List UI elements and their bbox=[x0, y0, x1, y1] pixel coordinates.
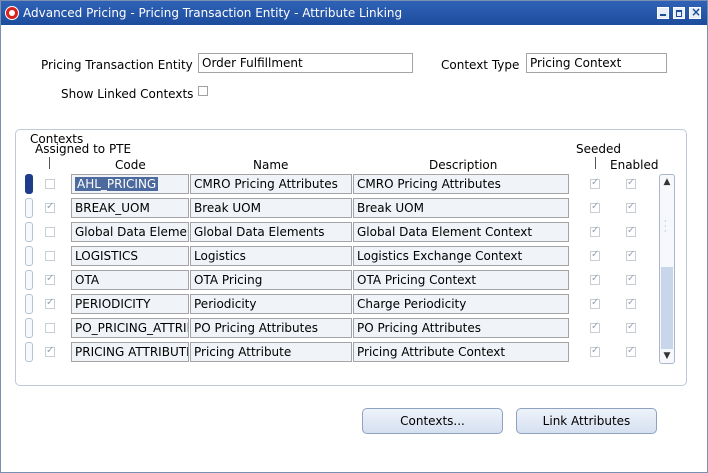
assigned-checkbox[interactable] bbox=[45, 201, 55, 213]
row-indicator[interactable] bbox=[25, 294, 33, 314]
scroll-track[interactable] bbox=[661, 267, 673, 349]
column-enabled-header: Enabled bbox=[610, 158, 659, 172]
enabled-checkbox[interactable] bbox=[626, 249, 636, 261]
description-cell[interactable]: Charge Periodicity bbox=[353, 294, 569, 314]
seeded-checkbox bbox=[590, 177, 600, 189]
seeded-checkbox bbox=[590, 297, 600, 309]
description-cell[interactable]: OTA Pricing Context bbox=[353, 270, 569, 290]
code-text: OTA bbox=[75, 273, 100, 287]
assigned-checkbox[interactable] bbox=[45, 297, 55, 309]
name-cell[interactable]: Global Data Elements bbox=[190, 222, 352, 242]
column-description-header: Description bbox=[429, 158, 498, 172]
description-cell[interactable]: CMRO Pricing Attributes bbox=[353, 174, 569, 194]
scroll-up-icon[interactable]: ▲ bbox=[660, 175, 674, 189]
code-cell[interactable]: PERIODICITY bbox=[71, 294, 189, 314]
enabled-checkbox[interactable] bbox=[626, 225, 636, 237]
description-cell[interactable]: Logistics Exchange Context bbox=[353, 246, 569, 266]
name-cell[interactable]: Logistics bbox=[190, 246, 352, 266]
row-indicator[interactable] bbox=[25, 318, 33, 338]
code-text: Global Data Element bbox=[75, 225, 189, 239]
vertical-scrollbar[interactable]: ▲ · · · ▼ bbox=[659, 174, 675, 364]
seeded-checkbox bbox=[590, 273, 600, 285]
seeded-checkbox bbox=[590, 345, 600, 357]
code-text: PRICING ATTRIBUTE bbox=[75, 345, 189, 359]
assigned-checkbox[interactable] bbox=[45, 251, 55, 261]
enabled-checkbox[interactable] bbox=[626, 201, 636, 213]
window-title: Advanced Pricing - Pricing Transaction E… bbox=[23, 6, 403, 20]
name-cell[interactable]: Break UOM bbox=[190, 198, 352, 218]
name-cell[interactable]: PO Pricing Attributes bbox=[190, 318, 352, 338]
code-text: AHL_PRICING bbox=[75, 177, 159, 191]
title-bar[interactable]: Advanced Pricing - Pricing Transaction E… bbox=[1, 1, 707, 25]
column-code-header: Code bbox=[115, 158, 146, 172]
seeded-checkbox bbox=[590, 225, 600, 237]
row-indicator[interactable] bbox=[25, 342, 33, 362]
pte-label: Pricing Transaction Entity bbox=[41, 58, 193, 72]
assigned-checkbox[interactable] bbox=[45, 273, 55, 285]
scroll-grip-icon[interactable]: · · · bbox=[664, 218, 667, 236]
assigned-checkbox[interactable] bbox=[45, 323, 55, 333]
oracle-logo-icon bbox=[5, 6, 19, 20]
enabled-checkbox[interactable] bbox=[626, 345, 636, 357]
enabled-checkbox[interactable] bbox=[626, 321, 636, 333]
description-cell[interactable]: Global Data Element Context bbox=[353, 222, 569, 242]
contexts-button[interactable]: Contexts... bbox=[362, 408, 503, 434]
row-indicator[interactable] bbox=[25, 246, 33, 266]
description-cell[interactable]: PO Pricing Attributes bbox=[353, 318, 569, 338]
maximize-icon[interactable] bbox=[673, 7, 685, 19]
enabled-checkbox[interactable] bbox=[626, 273, 636, 285]
name-cell[interactable]: CMRO Pricing Attributes bbox=[190, 174, 352, 194]
row-indicator[interactable] bbox=[25, 222, 33, 242]
pte-field[interactable]: Order Fulfillment bbox=[198, 53, 413, 73]
enabled-checkbox[interactable] bbox=[626, 177, 636, 189]
seeded-checkbox bbox=[590, 321, 600, 333]
seeded-checkbox bbox=[590, 201, 600, 213]
name-cell[interactable]: Pricing Attribute bbox=[190, 342, 352, 362]
name-cell[interactable]: OTA Pricing bbox=[190, 270, 352, 290]
assigned-checkbox[interactable] bbox=[45, 345, 55, 357]
context-type-field[interactable]: Pricing Context bbox=[526, 53, 667, 73]
column-assigned-header: Assigned to PTE bbox=[35, 142, 132, 156]
column-seeded-header: Seeded bbox=[576, 142, 621, 156]
code-text: PO_PRICING_ATTRIBUTE bbox=[75, 321, 188, 335]
assigned-checkbox[interactable] bbox=[45, 179, 55, 189]
link-attributes-button[interactable]: Link Attributes bbox=[516, 408, 657, 434]
column-separator bbox=[595, 157, 596, 169]
description-cell[interactable]: Pricing Attribute Context bbox=[353, 342, 569, 362]
code-cell[interactable]: BREAK_UOM bbox=[71, 198, 189, 218]
scroll-down-icon[interactable]: ▼ bbox=[660, 349, 674, 363]
row-indicator[interactable] bbox=[25, 270, 33, 290]
description-cell[interactable]: Break UOM bbox=[353, 198, 569, 218]
code-cell[interactable]: OTA bbox=[71, 270, 189, 290]
code-cell[interactable]: Global Data Element bbox=[71, 222, 189, 242]
row-indicator[interactable] bbox=[25, 174, 33, 194]
code-cell[interactable]: AHL_PRICING bbox=[71, 174, 189, 194]
seeded-checkbox bbox=[590, 249, 600, 261]
context-type-label: Context Type bbox=[441, 58, 520, 72]
name-cell[interactable]: Periodicity bbox=[190, 294, 352, 314]
code-text: LOGISTICS bbox=[75, 249, 139, 263]
column-separator bbox=[49, 157, 50, 169]
minimize-icon[interactable] bbox=[657, 7, 669, 19]
code-cell[interactable]: PRICING ATTRIBUTE bbox=[71, 342, 189, 362]
enabled-checkbox[interactable] bbox=[626, 297, 636, 309]
code-text: PERIODICITY bbox=[75, 297, 151, 311]
row-indicator[interactable] bbox=[25, 198, 33, 218]
assigned-checkbox[interactable] bbox=[45, 227, 55, 237]
code-text: BREAK_UOM bbox=[75, 201, 150, 215]
show-linked-label: Show Linked Contexts bbox=[61, 87, 194, 101]
column-name-header: Name bbox=[253, 158, 289, 172]
close-icon[interactable] bbox=[689, 5, 701, 19]
code-cell[interactable]: LOGISTICS bbox=[71, 246, 189, 266]
show-linked-checkbox[interactable] bbox=[198, 86, 208, 96]
app-window: Advanced Pricing - Pricing Transaction E… bbox=[0, 0, 708, 473]
code-cell[interactable]: PO_PRICING_ATTRIBUTE bbox=[71, 318, 189, 338]
